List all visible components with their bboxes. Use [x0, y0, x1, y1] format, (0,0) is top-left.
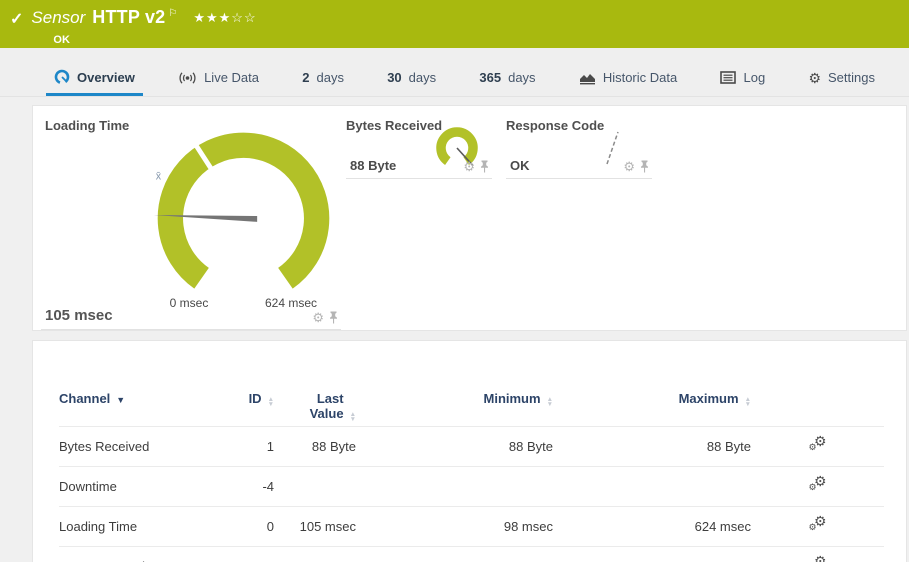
gauge-settings-gear-icon[interactable]: ⚙: [463, 162, 475, 172]
loading-time-gauge: x̄: [146, 118, 341, 313]
channel-table-card: Channel▼ ID▲▼ Last Value▲▼ Minimum▲▼ Max…: [32, 340, 907, 562]
tab-live-data[interactable]: Live Data: [170, 70, 267, 96]
table-row: Response Code 2 OK OK OK ⚙⚙: [59, 547, 884, 562]
tab-number: 365: [479, 70, 501, 85]
tab-label: days: [508, 70, 535, 85]
tab-number: 30: [387, 70, 401, 85]
table-header-row: Channel▼ ID▲▼ Last Value▲▼ Minimum▲▼ Max…: [59, 369, 884, 427]
tab-365-days[interactable]: 365 days: [471, 70, 543, 96]
cell-last-value: 88 Byte: [274, 427, 356, 467]
area-chart-icon: [579, 71, 596, 85]
log-list-icon: [720, 71, 736, 84]
tab-label: Settings: [828, 70, 875, 85]
tab-label: Live Data: [204, 70, 259, 85]
mini-gauges: Bytes Received 88 Byte ⚙ Response Code: [346, 118, 652, 330]
sensor-name[interactable]: HTTP v2: [92, 7, 165, 27]
channel-settings-icon[interactable]: ⚙⚙: [808, 557, 828, 562]
tab-label: days: [409, 70, 436, 85]
channel-settings-icon[interactable]: ⚙⚙: [808, 477, 828, 494]
cell-id: -4: [219, 467, 274, 507]
priority-stars[interactable]: ★★★☆☆: [193, 8, 256, 28]
column-header-maximum[interactable]: Maximum▲▼: [553, 369, 751, 427]
column-header-last-value[interactable]: Last Value▲▼: [274, 369, 356, 427]
cell-id: 0: [219, 507, 274, 547]
cell-maximum: 88 Byte: [553, 427, 751, 467]
response-code-gauge-panel: Response Code OK ⚙: [506, 118, 652, 179]
status-badge: OK: [53, 34, 256, 46]
cell-minimum: 88 Byte: [356, 427, 553, 467]
pin-icon[interactable]: [480, 160, 489, 173]
tab-label: Overview: [77, 70, 135, 85]
cell-last-value: 105 msec: [274, 507, 356, 547]
tab-historic-data[interactable]: Historic Data: [571, 70, 685, 96]
cell-channel: Downtime: [59, 467, 219, 507]
table-row: Loading Time 0 105 msec 98 msec 624 msec…: [59, 507, 884, 547]
cell-last-value: OK: [274, 547, 356, 562]
cell-channel: Response Code: [59, 547, 219, 562]
pin-icon[interactable]: [640, 160, 649, 173]
cell-minimum: OK: [356, 547, 553, 562]
cell-maximum: 624 msec: [553, 507, 751, 547]
channel-settings-icon[interactable]: ⚙⚙: [808, 517, 828, 534]
gear-icon: ⚙: [808, 72, 821, 84]
cell-maximum: OK: [553, 547, 751, 562]
sort-icon: ▲▼: [547, 397, 553, 407]
tab-log[interactable]: Log: [712, 70, 773, 96]
cell-maximum: [553, 467, 751, 507]
tab-label: Historic Data: [603, 70, 677, 85]
column-header-channel[interactable]: Channel▼: [59, 369, 219, 427]
sensor-tab-bar: Overview Live Data 2 days 30 days 365 da…: [0, 48, 909, 97]
column-header-minimum[interactable]: Minimum▲▼: [356, 369, 553, 427]
pin-icon[interactable]: [329, 311, 338, 324]
cell-minimum: [356, 467, 553, 507]
gauges-card: Loading Time x̄ 0 msec 624 msec 105 msec…: [32, 105, 907, 331]
tab-30-days[interactable]: 30 days: [379, 70, 444, 96]
table-row: Bytes Received 1 88 Byte 88 Byte 88 Byte…: [59, 427, 884, 467]
tab-number: 2: [302, 70, 309, 85]
bytes-received-gauge-panel: Bytes Received 88 Byte ⚙: [346, 118, 492, 179]
tab-overview[interactable]: Overview: [46, 69, 143, 96]
status-check-icon: ✓: [10, 9, 23, 29]
cell-id: 2: [219, 547, 274, 562]
cell-minimum: 98 msec: [356, 507, 553, 547]
sort-icon: ▲▼: [745, 397, 751, 407]
table-row: Downtime -4 ⚙⚙: [59, 467, 884, 507]
response-code-value: OK: [510, 158, 530, 173]
cell-last-value: [274, 467, 356, 507]
loading-time-value: 105 msec: [45, 307, 113, 324]
tab-label: Log: [743, 70, 765, 85]
channel-table: Channel▼ ID▲▼ Last Value▲▼ Minimum▲▼ Max…: [59, 369, 884, 562]
average-marker-label: x̄: [156, 170, 162, 182]
gauge-settings-gear-icon[interactable]: ⚙: [623, 162, 635, 172]
object-kind-label: Sensor: [31, 8, 85, 28]
tab-2-days[interactable]: 2 days: [294, 70, 352, 96]
flag-icon[interactable]: ⚐: [168, 4, 177, 24]
gauge-settings-gear-icon[interactable]: ⚙: [312, 313, 324, 323]
gauge-icon: [54, 69, 70, 85]
channel-settings-icon[interactable]: ⚙⚙: [808, 437, 828, 454]
cell-id: 1: [219, 427, 274, 467]
loading-time-gauge-panel: Loading Time x̄ 0 msec 624 msec 105 msec…: [41, 118, 341, 330]
tab-label: days: [316, 70, 343, 85]
bytes-received-value: 88 Byte: [350, 158, 396, 173]
cell-channel: Loading Time: [59, 507, 219, 547]
cell-channel: Bytes Received: [59, 427, 219, 467]
column-header-id[interactable]: ID▲▼: [219, 369, 274, 427]
live-signal-icon: [178, 71, 197, 85]
column-header-settings: [751, 369, 884, 427]
sort-desc-icon: ▼: [116, 395, 125, 405]
sort-icon: ▲▼: [350, 412, 356, 422]
sort-icon: ▲▼: [268, 397, 274, 407]
tab-settings[interactable]: ⚙ Settings: [800, 70, 883, 96]
sensor-status-header: ✓ Sensor HTTP v2 ⚐ ★★★☆☆ OK: [0, 0, 909, 48]
